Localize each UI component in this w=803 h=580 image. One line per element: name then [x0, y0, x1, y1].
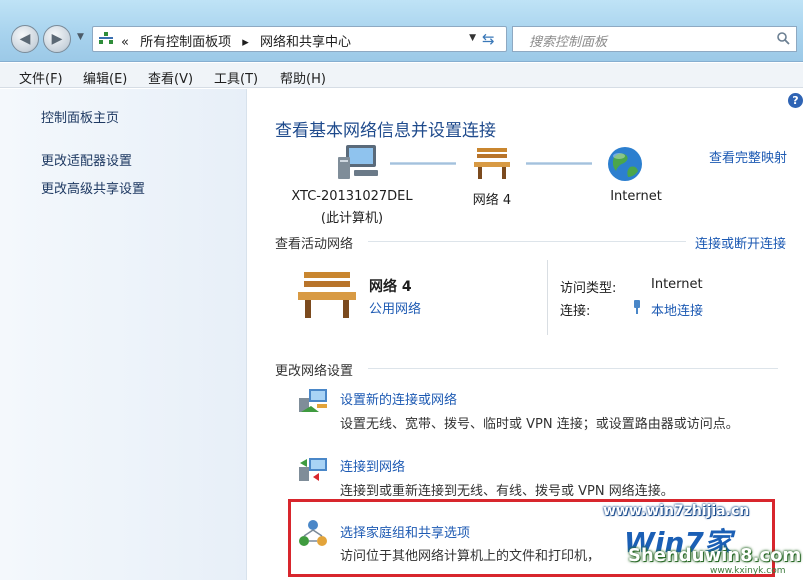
refresh-icon[interactable]: ⇆	[482, 30, 495, 48]
sidebar-item-adapter-settings[interactable]: 更改适配器设置	[41, 150, 132, 169]
menu-bar: 文件(F) 编辑(E) 查看(V) 工具(T) 帮助(H)	[0, 63, 803, 88]
menu-view[interactable]: 查看(V)	[148, 68, 193, 87]
sidebar-item-control-panel-home[interactable]: 控制面板主页	[41, 107, 119, 126]
menu-help[interactable]: 帮助(H)	[280, 68, 326, 87]
public-network-bench-icon	[298, 272, 356, 318]
network-setup-icon	[299, 389, 327, 412]
active-networks-heading: 查看活动网络	[275, 237, 354, 252]
vertical-divider	[547, 260, 548, 335]
computer-sub-label: (此计算机)	[320, 211, 384, 226]
watermark-site: Shenduwin8.com	[628, 545, 802, 566]
ethernet-icon	[634, 300, 640, 314]
page-title: 查看基本网络信息并设置连接	[275, 121, 496, 141]
connect-network-desc: 连接到或重新连接到无线、有线、拨号或 VPN 网络连接。	[340, 484, 674, 499]
sidebar-item-advanced-sharing[interactable]: 更改高级共享设置	[41, 178, 145, 197]
map-connector	[526, 162, 592, 165]
forward-button[interactable]: ▶	[43, 25, 71, 53]
divider	[368, 368, 778, 369]
breadcrumb-overflow-icon[interactable]: «	[121, 35, 129, 50]
breadcrumb-separator-icon[interactable]: ▸	[242, 35, 249, 50]
internet-label: Internet	[610, 189, 662, 204]
access-type-label: 访问类型:	[560, 281, 617, 296]
watermark-small: www.kxinyk.com	[710, 566, 786, 576]
control-panel-icon	[99, 32, 113, 44]
change-settings-heading: 更改网络设置	[275, 364, 354, 379]
back-button[interactable]: ◀	[11, 25, 39, 53]
connect-network-link[interactable]: 连接到网络	[340, 456, 405, 475]
network-name-label: 网络 4	[472, 193, 512, 208]
back-arrow-icon: ◀	[19, 31, 31, 47]
address-bar[interactable]: « 所有控制面板项 ▸ 网络和共享中心 ▼	[92, 26, 507, 52]
divider	[368, 241, 686, 242]
setup-connection-link[interactable]: 设置新的连接或网络	[340, 389, 457, 408]
connect-network-icon	[299, 458, 327, 481]
map-connector	[390, 162, 456, 165]
setup-connection-desc: 设置无线、宽带、拨号、临时或 VPN 连接；或设置路由器或访问点。	[340, 417, 739, 432]
address-dropdown-icon[interactable]: ▼	[469, 33, 476, 43]
help-icon[interactable]: ?	[788, 93, 803, 108]
menu-edit[interactable]: 编辑(E)	[83, 68, 127, 87]
connect-disconnect-link[interactable]: 连接或断开连接	[695, 233, 786, 252]
local-connection-link[interactable]: 本地连接	[651, 300, 703, 319]
breadcrumb-item[interactable]: 所有控制面板项	[140, 35, 231, 50]
breadcrumb-item[interactable]: 网络和共享中心	[260, 35, 351, 50]
address-toolbar: ◀ ▶ ▼ « 所有控制面板项 ▸ 网络和共享中心 ▼ ⇆ 搜索控制面板	[0, 0, 803, 62]
menu-tools[interactable]: 工具(T)	[214, 68, 258, 87]
watermark-url: www.win7zhijia.cn	[603, 503, 750, 519]
view-full-map-link[interactable]: 查看完整映射	[709, 147, 787, 166]
active-network-name: 网络 4	[369, 279, 412, 295]
search-input[interactable]: 搜索控制面板	[512, 26, 797, 52]
network-type-link[interactable]: 公用网络	[369, 298, 421, 317]
computer-name-label: XTC-20131027DEL	[291, 189, 413, 204]
search-icon[interactable]	[776, 31, 790, 45]
recent-pages-dropdown-icon[interactable]: ▼	[77, 32, 84, 42]
computer-icon	[338, 145, 378, 179]
access-type-value: Internet	[651, 277, 703, 292]
bench-icon	[474, 148, 510, 179]
menu-file[interactable]: 文件(F)	[19, 68, 63, 87]
search-placeholder: 搜索控制面板	[529, 35, 608, 50]
forward-arrow-icon: ▶	[51, 31, 63, 47]
connections-label: 连接:	[560, 304, 591, 319]
internet-globe-icon	[608, 147, 642, 181]
